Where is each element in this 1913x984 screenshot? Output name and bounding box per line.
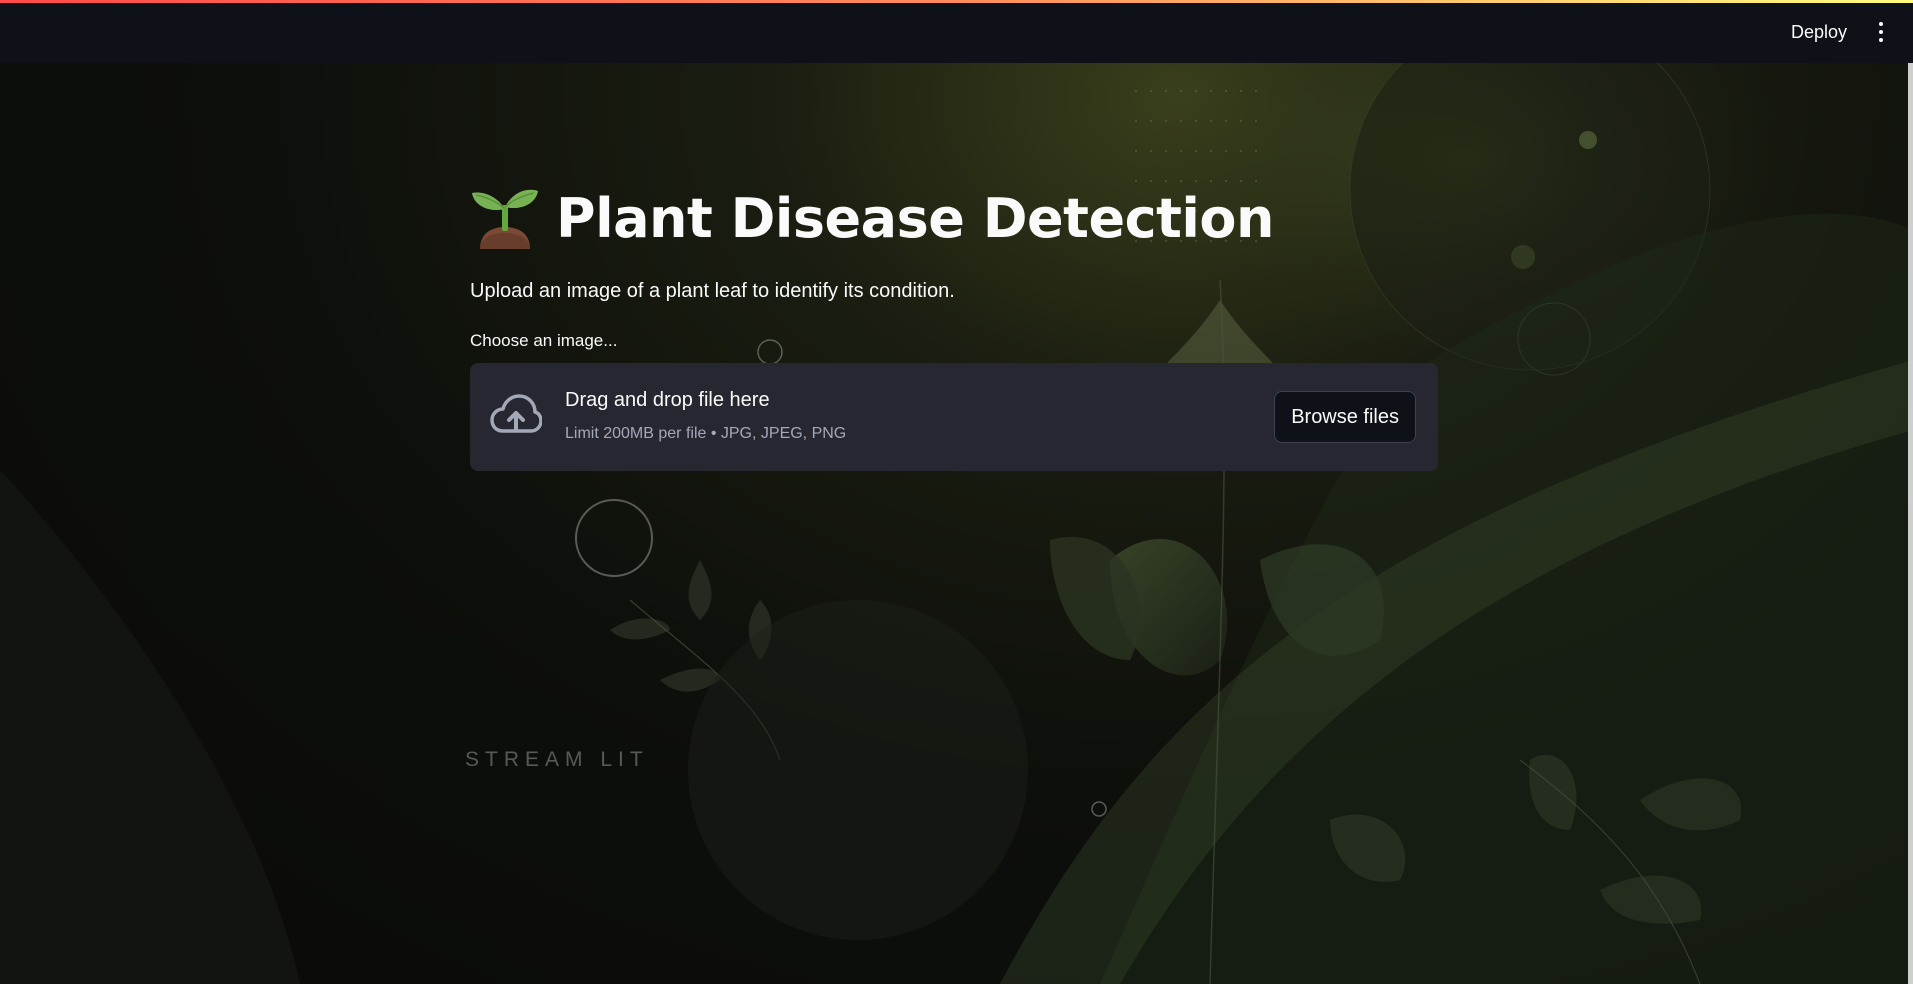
deploy-button[interactable]: Deploy (1781, 18, 1857, 46)
kebab-menu-icon[interactable] (1873, 18, 1889, 46)
cloud-upload-icon (490, 394, 542, 433)
app-header: Deploy (0, 0, 1913, 63)
dropzone-instructions: Drag and drop file here (565, 389, 770, 411)
seedling-icon (472, 189, 538, 249)
app-container: Deploy Plant Disease Detection Upload an… (0, 0, 1913, 984)
window-edge (1908, 63, 1913, 984)
dropzone-file-limit: Limit 200MB per file • JPG, JPEG, PNG (565, 425, 847, 442)
title-row: Plant Disease Detection (470, 170, 1438, 266)
background-watermark: STREAM LIT (465, 748, 649, 771)
decoration-bar (0, 0, 1913, 3)
main-content: Plant Disease Detection Upload an image … (470, 170, 1438, 471)
file-dropzone[interactable]: Drag and drop file here Limit 200MB per … (470, 363, 1438, 471)
browse-files-button[interactable]: Browse files (1274, 391, 1416, 443)
page-subtitle: Upload an image of a plant leaf to ident… (470, 280, 955, 302)
page-title: Plant Disease Detection (556, 186, 1274, 250)
background-artwork (0, 0, 1913, 984)
uploader-label: Choose an image... (470, 331, 618, 350)
